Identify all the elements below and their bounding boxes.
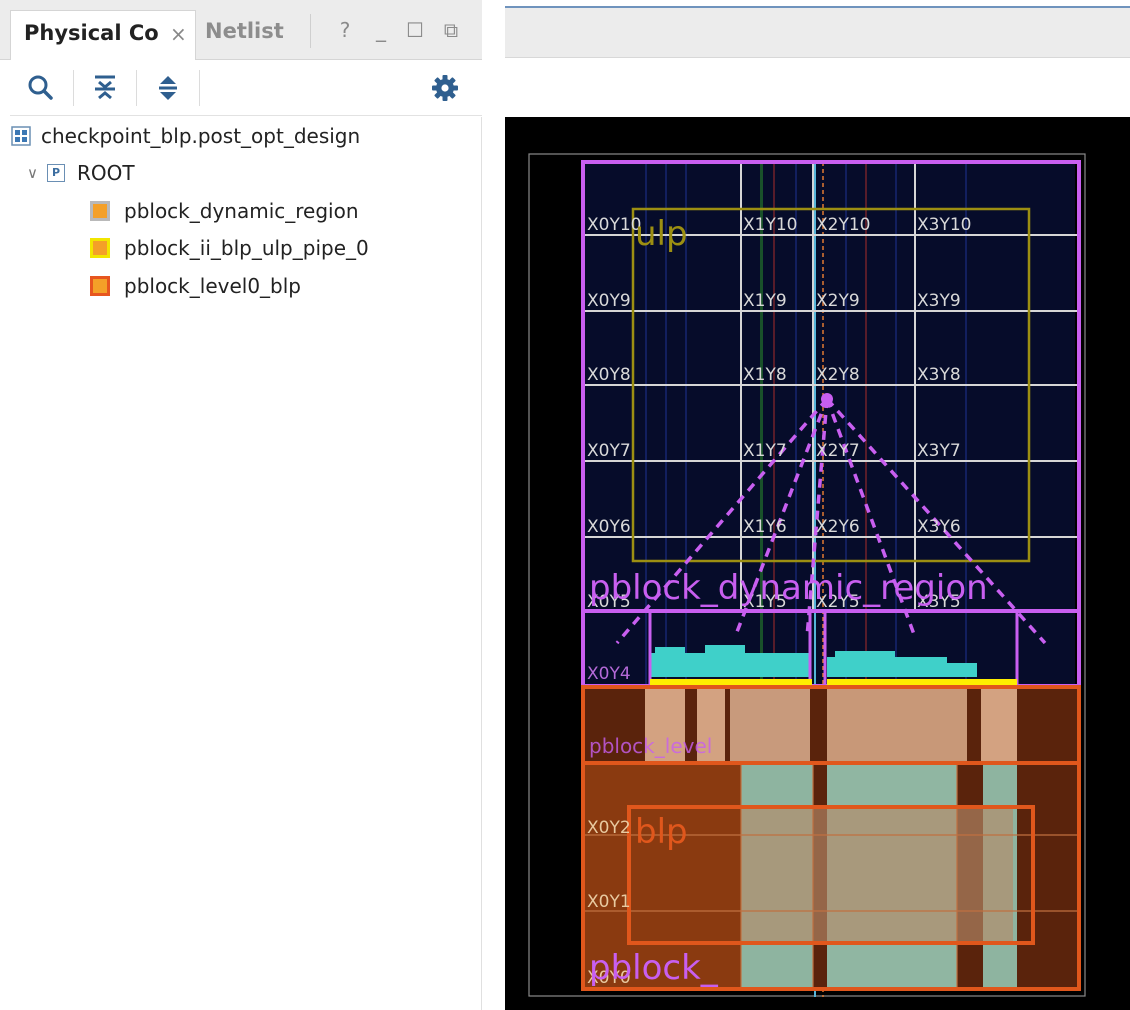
clock-region-label: X0Y2 [587, 818, 631, 838]
tab-physical-constraints-label: Physical Co [24, 21, 159, 45]
toolbar-divider [136, 70, 137, 106]
maximize-icon[interactable]: ☐ [404, 18, 426, 42]
device-view-tab-strip [505, 6, 1130, 58]
clock-region-label: X3Y6 [917, 517, 961, 537]
design-name: checkpoint_blp.post_opt_design [41, 124, 361, 148]
pblock-pipe-icon [90, 238, 110, 258]
clock-region-label: X3Y8 [917, 365, 961, 385]
ulp-pblock-name: ulp [635, 214, 688, 254]
device-view-canvas[interactable]: X0Y10 X1Y10 X2Y10 X3Y10 X0Y9 X1Y9 X2Y9 X… [505, 117, 1130, 1010]
tree-root-row[interactable]: ∨ P ROOT [27, 156, 135, 190]
collapse-all-icon[interactable] [90, 73, 120, 103]
tree-pblock-row[interactable]: pblock_ii_blp_ulp_pipe_0 [90, 231, 369, 265]
clock-region-label: X0Y9 [587, 291, 631, 311]
toolbar-divider [199, 70, 200, 106]
clock-region-label: X2Y7 [816, 441, 860, 461]
physical-constraints-panel: Physical Co × Netlist ? _ ☐ ⧉ checkpoint… [0, 0, 482, 1010]
settings-gear-icon[interactable] [430, 73, 460, 103]
pblock-dynamic-region-icon [90, 201, 110, 221]
pblock-level0-icon [90, 276, 110, 296]
placed-logic [827, 687, 967, 763]
level0-pblock-name: pblock_level [589, 734, 712, 758]
clock-region-label: X1Y7 [743, 441, 787, 461]
root-label: ROOT [77, 161, 135, 185]
tree-pblock-row[interactable]: pblock_dynamic_region [90, 194, 359, 228]
placed-logic [730, 687, 810, 763]
device-floorplan[interactable]: X0Y10 X1Y10 X2Y10 X3Y10 X0Y9 X1Y9 X2Y9 X… [505, 117, 1130, 1010]
clock-region-label: X1Y6 [743, 517, 787, 537]
clock-region-label: X2Y9 [816, 291, 860, 311]
clock-region-label: X0Y7 [587, 441, 631, 461]
tab-physical-constraints[interactable]: Physical Co × [10, 10, 196, 60]
close-tab-icon[interactable]: × [170, 22, 187, 46]
tab-netlist[interactable]: Netlist [205, 19, 284, 43]
pblock-name: pblock_ [589, 948, 719, 988]
expand-all-icon[interactable] [153, 73, 183, 103]
tree-design-row[interactable]: checkpoint_blp.post_opt_design [10, 119, 360, 153]
clock-region-label: X0Y10 [587, 215, 641, 235]
pblock-label: pblock_ii_blp_ulp_pipe_0 [124, 236, 369, 260]
pblock-root-icon: P [47, 164, 65, 182]
pblock-label: pblock_dynamic_region [124, 199, 359, 223]
placed-logic [741, 807, 1013, 943]
clock-region-label: X0Y6 [587, 517, 631, 537]
pblock-label: pblock_level0_blp [124, 274, 301, 298]
clock-region-label: X1Y9 [743, 291, 787, 311]
search-icon[interactable] [26, 73, 56, 103]
blp-pblock-name: blp [635, 812, 688, 852]
tab-divider [310, 14, 311, 48]
clock-region-label: X2Y6 [816, 517, 860, 537]
design-icon [11, 126, 31, 146]
clock-region-label: X3Y10 [917, 215, 971, 235]
clock-region-label: X0Y8 [587, 365, 631, 385]
panel-toolbar [10, 60, 482, 116]
clock-region-label: X1Y8 [743, 365, 787, 385]
panel-tab-bar: Physical Co × Netlist ? _ ☐ ⧉ [0, 0, 482, 60]
pblock-tree: checkpoint_blp.post_opt_design ∨ P ROOT … [10, 117, 482, 1010]
minimize-icon[interactable]: _ [370, 18, 392, 42]
float-window-icon[interactable]: ⧉ [440, 18, 462, 42]
clock-region-label: X2Y10 [816, 215, 870, 235]
clock-region-label: X3Y7 [917, 441, 961, 461]
placed-logic [981, 687, 1017, 763]
dynamic-region-pblock-name: pblock_dynamic_region [589, 568, 988, 608]
flyline-origin [821, 393, 833, 405]
tree-pblock-row[interactable]: pblock_level0_blp [90, 269, 301, 303]
chevron-down-icon[interactable]: ∨ [27, 164, 47, 182]
clock-region-label: X0Y4 [587, 664, 631, 684]
clock-region-label: X3Y9 [917, 291, 961, 311]
clock-region-label: X0Y1 [587, 892, 631, 912]
help-icon[interactable]: ? [334, 18, 356, 42]
toolbar-divider [73, 70, 74, 106]
clock-region-label: X2Y8 [816, 365, 860, 385]
clock-region-label: X1Y10 [743, 215, 797, 235]
